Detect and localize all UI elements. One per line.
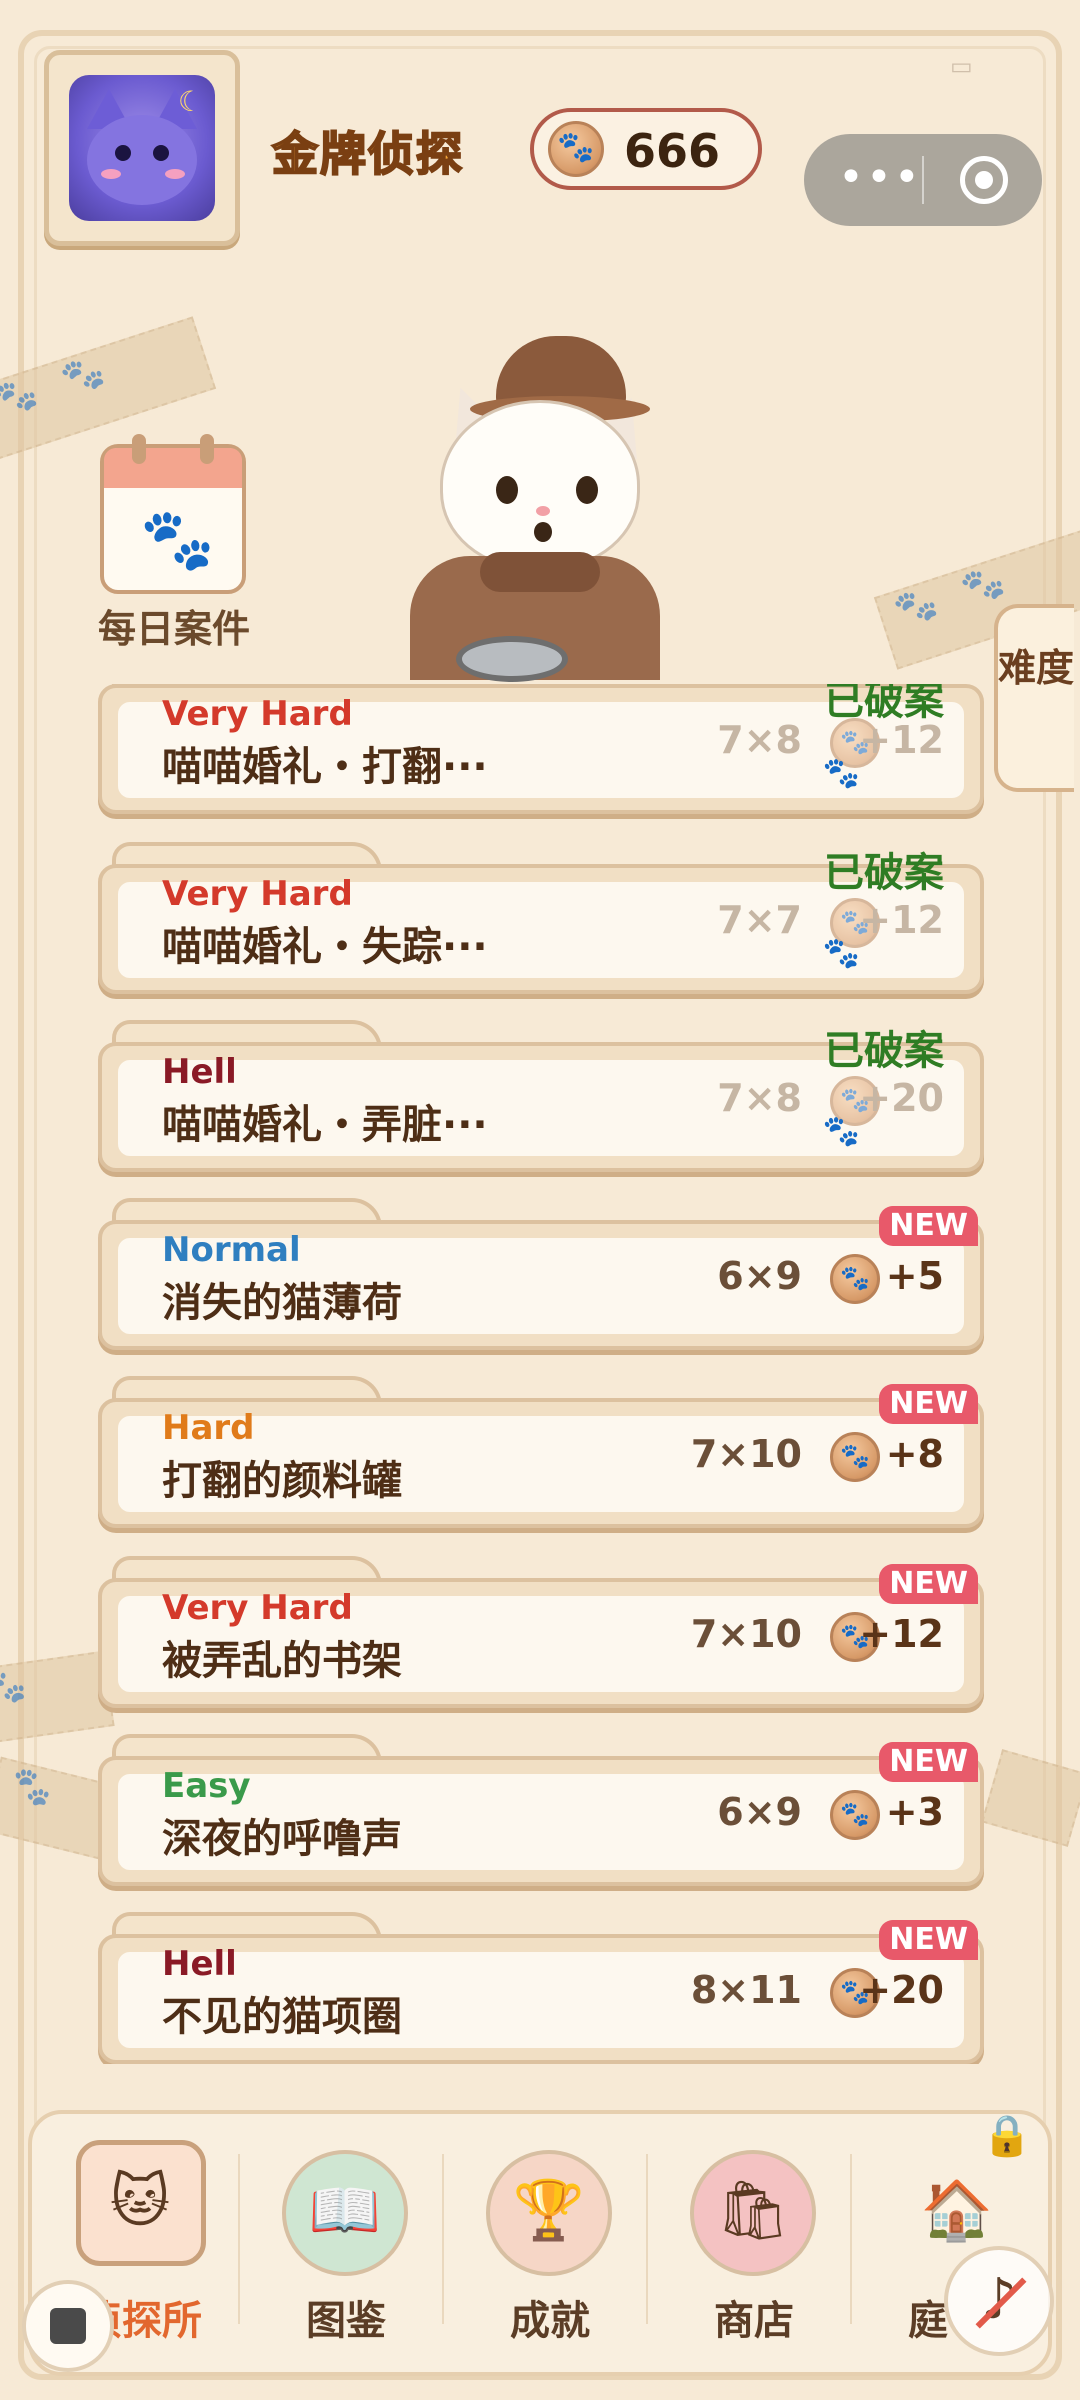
nav-label: 商店 xyxy=(714,2298,794,2344)
case-card[interactable]: Hell 不见的猫项圈 8×11 🐾 +20 NEW xyxy=(98,1912,984,2064)
case-grid-size: 6×9 xyxy=(717,1254,802,1298)
nav-shop[interactable]: 🛍 商店 xyxy=(664,2130,844,2370)
case-reward: +20 xyxy=(859,1076,944,1120)
case-card[interactable]: Very Hard 被弄乱的书架 7×10 🐾 +12 NEW xyxy=(98,1556,984,1708)
paw-stamp-icon: 🐾 xyxy=(822,936,860,971)
daily-cases-button[interactable]: 🐾 每日案件 xyxy=(74,430,274,651)
galaxy-cat-avatar-icon: ☾ xyxy=(69,75,215,221)
paw-coin-icon: 🐾 xyxy=(830,1432,880,1482)
case-reward: +3 xyxy=(885,1790,944,1834)
paw-coin-icon: 🐾 xyxy=(548,121,604,177)
lock-icon: 🔒 xyxy=(982,2113,1032,2159)
case-grid-size: 7×8 xyxy=(717,1076,802,1120)
new-badge: NEW xyxy=(879,1206,978,1246)
new-badge: NEW xyxy=(879,1742,978,1782)
case-reward: +20 xyxy=(859,1968,944,2012)
case-difficulty: Hard xyxy=(162,1408,255,1448)
case-reward: +5 xyxy=(885,1254,944,1298)
case-card[interactable]: Normal 消失的猫薄荷 6×9 🐾 +5 NEW xyxy=(98,1198,984,1350)
paw-stamp-icon: 🐾 xyxy=(822,1114,860,1149)
case-name: 喵喵婚礼・失踪··· xyxy=(162,924,488,970)
bottom-nav: 🐱 侦探所 📖 图鉴 🏆 成就 🛍 商店 🏠 庭 xyxy=(28,2110,1052,2376)
paw-coin-icon: 🐾 xyxy=(830,1254,880,1304)
case-grid-size: 7×10 xyxy=(690,1432,802,1476)
paw-coin-icon: 🐾 xyxy=(830,1790,880,1840)
book-icon: 📖 xyxy=(282,2150,408,2276)
miniprogram-capsule: ••• xyxy=(804,134,1042,226)
case-list[interactable]: Very Hard 喵喵婚礼・打翻··· 7×8 🐾 +12 🐾 已破案 Ver… xyxy=(0,684,1080,2064)
detective-cat-icon: 🐱 xyxy=(76,2140,206,2266)
coin-count: 666 xyxy=(624,124,721,178)
nav-label: 成就 xyxy=(510,2298,590,2344)
case-card[interactable]: Very Hard 喵喵婚礼・失踪··· 7×7 🐾 +12 🐾 已破案 xyxy=(98,842,984,994)
case-difficulty: Hell xyxy=(162,1944,237,1984)
paw-icon: 🐾 xyxy=(140,505,215,575)
nav-label: 图鉴 xyxy=(306,2298,386,2344)
new-badge: NEW xyxy=(879,1564,978,1604)
coin-balance[interactable]: 🐾 666 xyxy=(530,108,762,190)
case-difficulty: Very Hard xyxy=(162,694,353,734)
magnifier-icon xyxy=(456,636,568,682)
case-name: 被弄乱的书架 xyxy=(162,1638,402,1684)
case-difficulty: Hell xyxy=(162,1052,237,1092)
case-card[interactable]: Hell 喵喵婚礼・弄脏··· 7×8 🐾 +20 🐾 已破案 xyxy=(98,1020,984,1172)
case-name: 不见的猫项圈 xyxy=(162,1994,402,2040)
case-name: 打翻的颜料罐 xyxy=(162,1458,402,1504)
case-card[interactable]: Very Hard 喵喵婚礼・打翻··· 7×8 🐾 +12 🐾 已破案 xyxy=(98,684,984,814)
case-card[interactable]: Easy 深夜的呼噜声 6×9 🐾 +3 NEW xyxy=(98,1734,984,1886)
detective-cat-illustration xyxy=(400,336,690,680)
new-badge: NEW xyxy=(879,1384,978,1424)
solved-label: 已破案 xyxy=(824,1028,944,1074)
shopping-bag-icon: 🛍 xyxy=(690,2150,816,2276)
case-reward: +12 xyxy=(859,1612,944,1656)
case-grid-size: 8×11 xyxy=(690,1968,802,2012)
case-difficulty: Very Hard xyxy=(162,874,353,914)
case-name: 喵喵婚礼・打翻··· xyxy=(162,744,488,790)
case-difficulty: Easy xyxy=(162,1766,251,1806)
case-name: 深夜的呼噜声 xyxy=(162,1816,402,1862)
case-name: 消失的猫薄荷 xyxy=(162,1280,402,1326)
nav-encyclopedia[interactable]: 📖 图鉴 xyxy=(256,2130,436,2370)
case-grid-size: 7×7 xyxy=(717,898,802,942)
case-reward: +8 xyxy=(885,1432,944,1476)
music-toggle-button[interactable]: ♪ xyxy=(944,2246,1054,2356)
new-badge: NEW xyxy=(879,1920,978,1960)
grid-icon xyxy=(50,2308,86,2344)
mute-slash-icon xyxy=(975,2277,1027,2329)
nav-achievements[interactable]: 🏆 成就 xyxy=(460,2130,640,2370)
battery-icon: ▭ xyxy=(950,52,973,80)
case-name: 喵喵婚礼・弄脏··· xyxy=(162,1102,488,1148)
trophy-icon: 🏆 xyxy=(486,2150,612,2276)
case-grid-size: 7×10 xyxy=(690,1612,802,1656)
calendar-icon: 🐾 xyxy=(100,434,246,594)
solved-label: 已破案 xyxy=(824,684,944,724)
grid-menu-button[interactable] xyxy=(22,2280,114,2372)
paw-stamp-icon: 🐾 xyxy=(822,756,860,791)
daily-cases-label: 每日案件 xyxy=(97,607,250,651)
case-grid-size: 7×8 xyxy=(717,718,802,762)
case-difficulty: Very Hard xyxy=(162,1588,353,1628)
player-title: 金牌侦探 xyxy=(271,126,464,182)
avatar[interactable]: ☾ xyxy=(44,50,240,246)
case-reward: +12 xyxy=(859,898,944,942)
case-difficulty: Normal xyxy=(162,1230,301,1270)
close-miniprogram-button[interactable] xyxy=(960,156,1008,204)
solved-label: 已破案 xyxy=(824,850,944,896)
case-card[interactable]: Hard 打翻的颜料罐 7×10 🐾 +8 NEW xyxy=(98,1376,984,1528)
more-menu-button[interactable]: ••• xyxy=(838,152,922,203)
case-grid-size: 6×9 xyxy=(717,1790,802,1834)
moon-icon: ☾ xyxy=(177,85,203,118)
